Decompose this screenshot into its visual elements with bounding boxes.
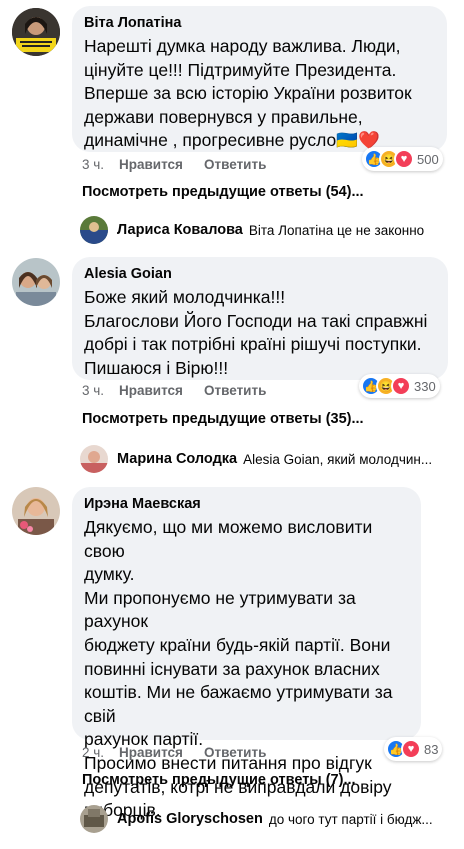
avatar[interactable]: [12, 258, 60, 306]
comment-author[interactable]: Alesia Goian: [84, 265, 436, 283]
reply-author[interactable]: Лариса Ковалова: [117, 222, 243, 238]
comment-time[interactable]: 2 ч.: [82, 745, 119, 765]
view-previous-replies[interactable]: Посмотреть предыдущие ответы (35)...: [82, 411, 364, 427]
love-reaction-icon: ♥: [401, 739, 421, 759]
reply-avatar[interactable]: [80, 805, 108, 833]
comment-bubble: Ирэна Маевская Дякуємо, що ми можемо вис…: [72, 487, 421, 820]
reactions-summary[interactable]: 👍 ♥ 83: [384, 737, 443, 761]
reply-author[interactable]: Apofis Gloryschosen: [117, 811, 263, 827]
comment-text: Боже який молодчинка!!! Благослови Його …: [84, 287, 428, 378]
reaction-count: 83: [424, 741, 439, 757]
comment-bubble: Віта Лопатіна Нарешті думка народу важли…: [72, 6, 447, 152]
reply-button[interactable]: Ответить: [204, 157, 266, 177]
reply-button[interactable]: Ответить: [204, 745, 266, 765]
reply-text: до чого тут партії і бюдж...: [268, 811, 433, 827]
latest-reply[interactable]: Лариса Ковалова Віта Лопатіна це не зако…: [80, 214, 424, 246]
comment-text: Нарешті думка народу важлива. Люди, ціну…: [84, 36, 412, 151]
comment-actions: 2 ч. Нравится Ответить: [82, 745, 266, 765]
comment-actions: 3 ч. Нравится Ответить: [82, 157, 266, 177]
like-button[interactable]: Нравится: [119, 157, 204, 177]
like-button[interactable]: Нравится: [119, 745, 204, 765]
comment-time[interactable]: 3 ч.: [82, 157, 119, 177]
love-reaction-icon: ♥: [391, 376, 411, 396]
latest-reply[interactable]: Марина Солодка Alesia Goian, який молодч…: [80, 443, 432, 475]
comment-author[interactable]: Ирэна Маевская: [84, 495, 409, 513]
view-previous-replies[interactable]: Посмотреть предыдущие ответы (54)...: [82, 184, 364, 200]
reactions-summary[interactable]: 👍 😆 ♥ 500: [362, 147, 443, 171]
view-previous-replies[interactable]: Посмотреть предыдущие ответы (7)...: [82, 772, 356, 788]
comment-time[interactable]: 3 ч.: [82, 383, 119, 403]
reply-avatar[interactable]: [80, 445, 108, 473]
reply-text: Віта Лопатіна це не законно: [248, 222, 425, 238]
reaction-count: 500: [417, 151, 439, 167]
love-reaction-icon: ♥: [394, 149, 414, 169]
reply-text: Alesia Goian, який молодчин...: [243, 451, 433, 467]
comment-actions: 3 ч. Нравится Ответить: [82, 383, 266, 403]
reply-button[interactable]: Ответить: [204, 383, 266, 403]
reply-avatar[interactable]: [80, 216, 108, 244]
reply-author[interactable]: Марина Солодка: [117, 451, 237, 467]
avatar[interactable]: [12, 8, 60, 56]
latest-reply[interactable]: Apofis Gloryschosen до чого тут партії і…: [80, 803, 460, 835]
reactions-summary[interactable]: 👍 😆 ♥ 330: [359, 374, 440, 398]
comment-author[interactable]: Віта Лопатіна: [84, 14, 435, 32]
like-button[interactable]: Нравится: [119, 383, 204, 403]
comment-bubble: Alesia Goian Боже який молодчинка!!! Бла…: [72, 257, 448, 380]
reaction-count: 330: [414, 378, 436, 394]
avatar[interactable]: [12, 487, 60, 535]
